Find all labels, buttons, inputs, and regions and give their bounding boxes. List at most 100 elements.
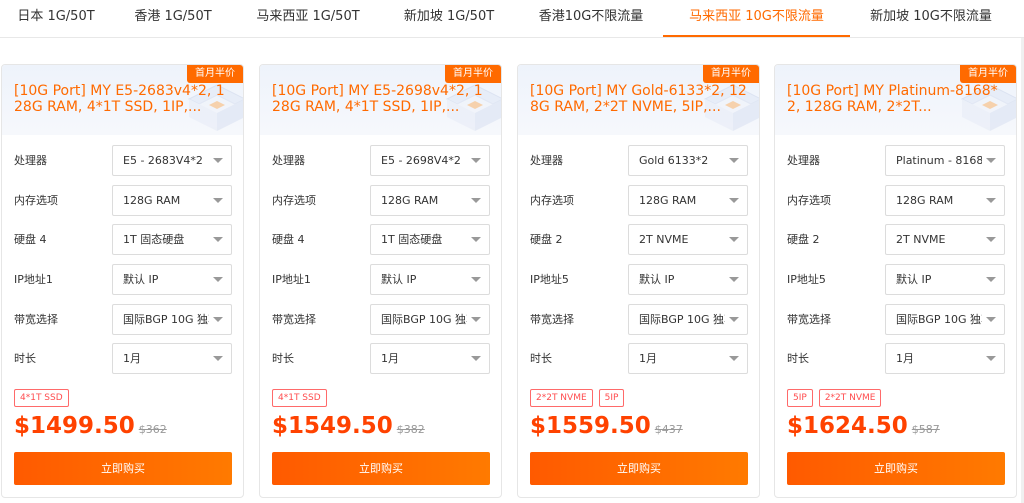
option-label: 时长: [787, 352, 809, 365]
memory-select[interactable]: 128G RAM: [885, 185, 1005, 216]
half-price-badge: 首月半价: [703, 65, 759, 83]
tab-hongkong-10g[interactable]: 香港10G不限流量: [530, 0, 652, 37]
feature-tag: 2*2T NVME: [530, 389, 593, 407]
feature-tag: 5IP: [787, 389, 813, 407]
product-title: [10G Port] MY E5-2683v4*2, 128G RAM, 4*1…: [14, 83, 225, 115]
feature-tags: 5IP 2*2T NVME: [787, 389, 887, 407]
option-label: 时长: [14, 352, 36, 365]
option-row-cpu: 处理器 E5 - 2683V4*2: [14, 145, 234, 176]
option-label: 内存选项: [272, 194, 316, 207]
buy-now-button[interactable]: 立即购买: [787, 452, 1005, 485]
chevron-down-icon: [986, 237, 996, 242]
option-row-memory: 内存选项 128G RAM: [14, 185, 234, 216]
feature-tag: 4*1T SSD: [272, 389, 327, 407]
option-row-cpu: 处理器 Platinum - 8168*2: [787, 145, 1007, 176]
product-card: 首月半价 [10G Port] MY Platinum-8168*2, 128G…: [774, 64, 1017, 498]
option-row-ip: IP地址5 默认 IP: [530, 264, 750, 295]
option-label: 时长: [272, 352, 294, 365]
disk-select[interactable]: 2T NVME: [885, 224, 1005, 255]
chevron-down-icon: [471, 198, 481, 203]
option-row-memory: 内存选项 128G RAM: [530, 185, 750, 216]
current-price: $1559.50: [530, 413, 651, 439]
bandwidth-select[interactable]: 国际BGP 10G 独享: [112, 304, 232, 335]
buy-now-button[interactable]: 立即购买: [272, 452, 490, 485]
select-value: E5 - 2698V4*2: [381, 154, 461, 167]
tab-malaysia-10g[interactable]: 马来西亚 10G不限流量: [663, 0, 850, 37]
duration-select[interactable]: 1月: [885, 343, 1005, 374]
ip-select[interactable]: 默认 IP: [370, 264, 490, 295]
tab-singapore-1g[interactable]: 新加坡 1G/50T: [396, 0, 502, 37]
ip-select[interactable]: 默认 IP: [885, 264, 1005, 295]
option-row-duration: 时长 1月: [272, 343, 492, 374]
cpu-select[interactable]: E5 - 2683V4*2: [112, 145, 232, 176]
product-card: 首月半价 [10G Port] MY E5-2698v4*2, 128G RAM…: [259, 64, 502, 498]
chevron-down-icon: [213, 237, 223, 242]
feature-tag: 5IP: [598, 389, 625, 407]
memory-select[interactable]: 128G RAM: [628, 185, 748, 216]
select-value: 2T NVME: [639, 233, 689, 246]
cpu-select[interactable]: Gold 6133*2: [628, 145, 748, 176]
chevron-down-icon: [729, 277, 739, 282]
select-value: 128G RAM: [123, 194, 181, 207]
chevron-down-icon: [729, 237, 739, 242]
option-label: 内存选项: [14, 194, 58, 207]
option-row-bandwidth: 带宽选择 国际BGP 10G 独享: [787, 304, 1007, 335]
select-value: 128G RAM: [896, 194, 954, 207]
ip-select[interactable]: 默认 IP: [628, 264, 748, 295]
tab-japan-1g[interactable]: 日本 1G/50T: [8, 0, 104, 37]
chevron-down-icon: [471, 317, 481, 322]
disk-select[interactable]: 1T 固态硬盘: [112, 224, 232, 255]
select-value: 默认 IP: [381, 273, 417, 286]
buy-now-button[interactable]: 立即购买: [14, 452, 232, 485]
chevron-down-icon: [213, 198, 223, 203]
chevron-down-icon: [729, 158, 739, 163]
tab-hongkong-1g[interactable]: 香港 1G/50T: [124, 0, 222, 37]
option-label: 时长: [530, 352, 552, 365]
card-header: 首月半价 [10G Port] MY E5-2683v4*2, 128G RAM…: [2, 65, 243, 135]
duration-select[interactable]: 1月: [370, 343, 490, 374]
option-row-memory: 内存选项 128G RAM: [787, 185, 1007, 216]
card-header: 首月半价 [10G Port] MY Gold-6133*2, 128G RAM…: [518, 65, 759, 135]
option-label: IP地址5: [530, 273, 569, 286]
select-value: 国际BGP 10G 独享: [123, 313, 209, 326]
disk-select[interactable]: 2T NVME: [628, 224, 748, 255]
select-value: 默认 IP: [123, 273, 159, 286]
ip-select[interactable]: 默认 IP: [112, 264, 232, 295]
tab-malaysia-1g[interactable]: 马来西亚 1G/50T: [248, 0, 368, 37]
memory-select[interactable]: 128G RAM: [112, 185, 232, 216]
disk-select[interactable]: 1T 固态硬盘: [370, 224, 490, 255]
current-price: $1499.50: [14, 413, 135, 439]
option-row-disk: 硬盘 4 1T 固态硬盘: [14, 224, 234, 255]
option-row-bandwidth: 带宽选择 国际BGP 10G 独享: [14, 304, 234, 335]
option-label: 硬盘 2: [787, 233, 820, 246]
option-label: 硬盘 4: [14, 233, 47, 246]
option-label: 处理器: [14, 154, 47, 167]
option-label: 内存选项: [530, 194, 574, 207]
memory-select[interactable]: 128G RAM: [370, 185, 490, 216]
cpu-select[interactable]: Platinum - 8168*2: [885, 145, 1005, 176]
buy-now-button[interactable]: 立即购买: [530, 452, 748, 485]
duration-select[interactable]: 1月: [112, 343, 232, 374]
select-value: Gold 6133*2: [639, 154, 709, 167]
bandwidth-select[interactable]: 国际BGP 10G 独享: [885, 304, 1005, 335]
option-label: IP地址1: [272, 273, 311, 286]
bandwidth-select[interactable]: 国际BGP 10G 独享: [628, 304, 748, 335]
tab-singapore-10g[interactable]: 新加坡 10G不限流量: [862, 0, 1000, 37]
cpu-select[interactable]: E5 - 2698V4*2: [370, 145, 490, 176]
product-title: [10G Port] MY Gold-6133*2, 128G RAM, 2*2…: [530, 83, 747, 115]
original-price: $437: [654, 423, 683, 436]
option-label: 处理器: [787, 154, 820, 167]
option-row-disk: 硬盘 4 1T 固态硬盘: [272, 224, 492, 255]
chevron-down-icon: [471, 356, 481, 361]
option-row-memory: 内存选项 128G RAM: [272, 185, 492, 216]
bandwidth-select[interactable]: 国际BGP 10G 独享: [370, 304, 490, 335]
product-title: [10G Port] MY Platinum-8168*2, 128G RAM,…: [787, 83, 998, 115]
feature-tags: 2*2T NVME 5IP: [530, 389, 630, 407]
option-row-cpu: 处理器 E5 - 2698V4*2: [272, 145, 492, 176]
duration-select[interactable]: 1月: [628, 343, 748, 374]
option-label: 内存选项: [787, 194, 831, 207]
current-price: $1624.50: [787, 413, 908, 439]
select-value: 默认 IP: [896, 273, 932, 286]
feature-tags: 4*1T SSD: [14, 389, 75, 407]
option-row-bandwidth: 带宽选择 国际BGP 10G 独享: [272, 304, 492, 335]
